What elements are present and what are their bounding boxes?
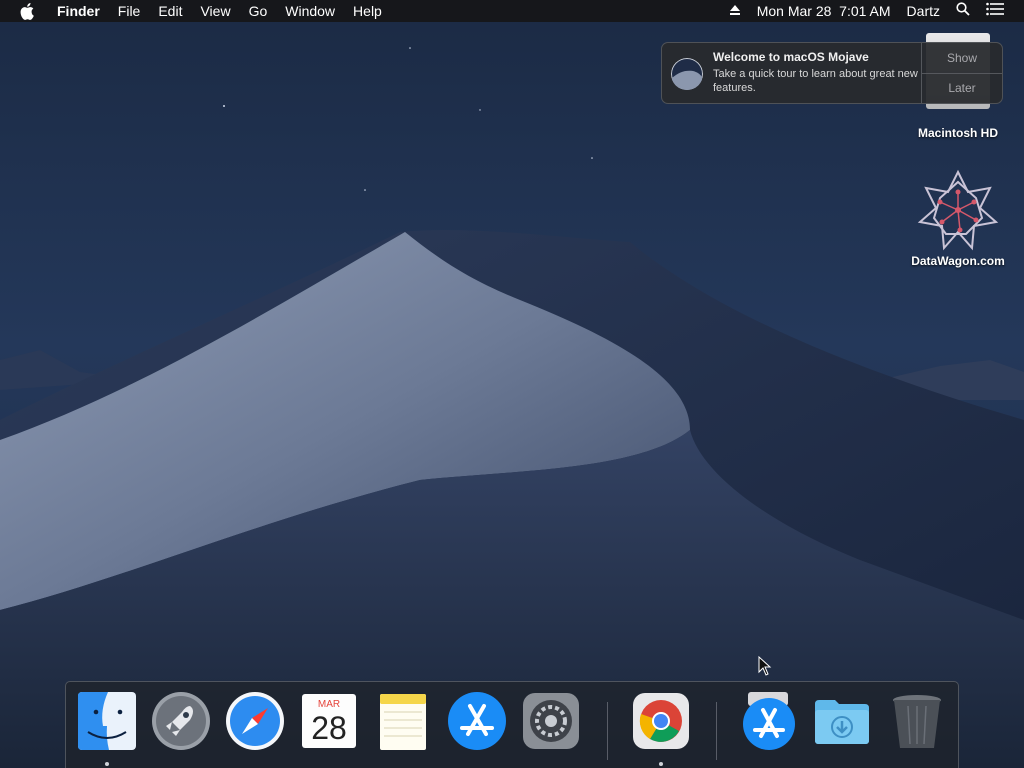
menu-go[interactable]: Go bbox=[240, 0, 277, 22]
dock-separator bbox=[607, 702, 608, 760]
dock: MAR 28 bbox=[65, 681, 959, 768]
datawagon-logo-icon bbox=[917, 169, 999, 251]
launchpad-icon bbox=[152, 692, 210, 750]
downloads-folder-icon bbox=[815, 700, 869, 744]
calendar-icon: MAR 28 bbox=[302, 694, 356, 748]
calendar-month: MAR bbox=[318, 699, 340, 710]
running-indicator bbox=[659, 762, 663, 766]
menu-clock[interactable]: Mon Mar 28 7:01 AM bbox=[749, 0, 899, 22]
notes-icon bbox=[380, 694, 426, 750]
finder-icon bbox=[78, 692, 136, 750]
menu-user[interactable]: Dartz bbox=[899, 0, 948, 22]
menu-help[interactable]: Help bbox=[344, 0, 391, 22]
running-indicator bbox=[105, 762, 109, 766]
faint-overlay-panel bbox=[640, 480, 960, 660]
dock-safari[interactable] bbox=[224, 690, 286, 752]
dock-downloads[interactable] bbox=[811, 690, 873, 752]
safari-icon bbox=[226, 692, 284, 750]
app-store-icon bbox=[448, 692, 506, 750]
dock-app-store[interactable] bbox=[446, 690, 508, 752]
desktop-icon-macintosh-hd[interactable]: Macintosh HD bbox=[898, 124, 1018, 140]
mouse-cursor-icon bbox=[758, 656, 772, 676]
menu-view[interactable]: View bbox=[191, 0, 239, 22]
desktop-icon-datawagon[interactable]: DataWagon.com bbox=[898, 168, 1018, 268]
calendar-day: 28 bbox=[311, 710, 347, 746]
dock-finder[interactable] bbox=[76, 690, 138, 752]
menu-window[interactable]: Window bbox=[276, 0, 344, 22]
desktop-icon-label: DataWagon.com bbox=[911, 254, 1005, 268]
dock-trash[interactable] bbox=[886, 690, 948, 752]
chrome-icon bbox=[633, 693, 689, 749]
dock-app-store-installer[interactable] bbox=[738, 690, 800, 752]
eject-menu-extra[interactable] bbox=[721, 0, 749, 22]
system-preferences-icon bbox=[523, 693, 579, 749]
notification-later-button[interactable]: Later bbox=[922, 72, 1002, 104]
app-store-installer-icon bbox=[743, 692, 795, 750]
menu-file[interactable]: File bbox=[109, 0, 150, 22]
dock-system-preferences[interactable] bbox=[520, 690, 582, 752]
menu-app-finder[interactable]: Finder bbox=[48, 0, 109, 22]
notification-center-button[interactable] bbox=[978, 0, 1012, 22]
apple-logo-icon[interactable] bbox=[20, 2, 36, 20]
mojave-icon bbox=[671, 58, 703, 90]
menu-edit[interactable]: Edit bbox=[149, 0, 191, 22]
spotlight-button[interactable] bbox=[948, 0, 978, 22]
notification-show-button[interactable]: Show bbox=[922, 43, 1002, 73]
trash-icon bbox=[893, 695, 941, 748]
notification-center-icon bbox=[986, 2, 1004, 16]
desktop-icon-label: Macintosh HD bbox=[917, 126, 998, 140]
dock-calendar[interactable]: MAR 28 bbox=[298, 690, 360, 752]
spotlight-search-icon bbox=[956, 2, 970, 16]
dock-separator bbox=[716, 702, 717, 760]
dock-launchpad[interactable] bbox=[150, 690, 212, 752]
notification-banner[interactable]: Welcome to macOS Mojave Take a quick tou… bbox=[661, 42, 1003, 104]
notification-title: Welcome to macOS Mojave bbox=[713, 50, 869, 64]
notification-body: Take a quick tour to learn about great n… bbox=[713, 68, 918, 94]
dock-chrome[interactable] bbox=[630, 690, 692, 752]
eject-icon bbox=[729, 5, 740, 15]
dock-notes[interactable] bbox=[372, 690, 434, 752]
menu-bar: Finder File Edit View Go Window Help Mon… bbox=[0, 0, 1024, 22]
